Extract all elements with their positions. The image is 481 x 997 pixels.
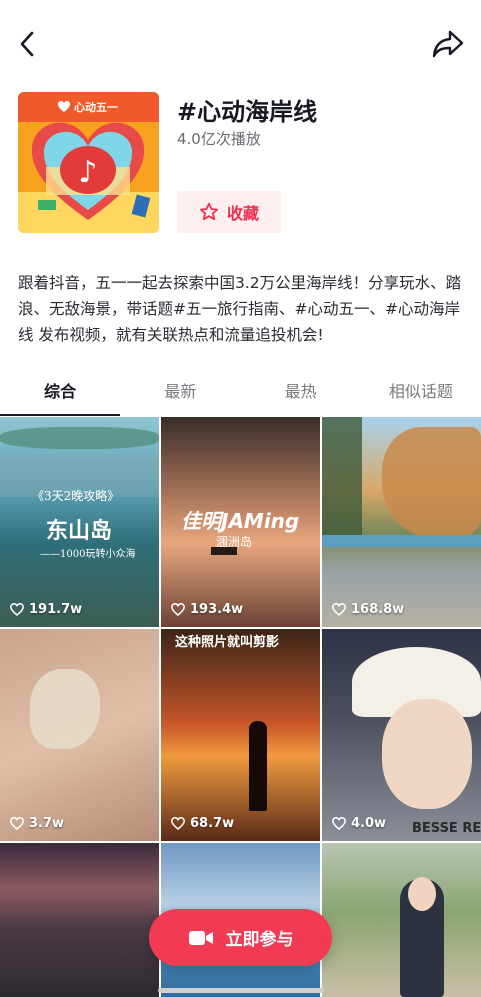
heart-icon [171,817,185,830]
heart-icon [332,817,346,830]
video-card[interactable]: 佳明JAMing 涠洲岛 193.4w [161,417,320,627]
video-card[interactable] [0,843,159,997]
star-icon [199,202,219,221]
join-button[interactable]: 立即参与 [149,909,332,966]
tab-bar: 综合 最新 最热 相似话题 [0,372,481,416]
video-card[interactable]: 《3天2晚攻略》 东山岛 ——1000玩转小众海 191.7w [0,417,159,627]
video-card[interactable]: 168.8w [322,417,481,627]
video-card[interactable] [322,843,481,997]
video-card[interactable]: 3.7w [0,629,159,841]
tab-comprehensive[interactable]: 综合 [0,372,121,416]
tab-latest[interactable]: 最新 [120,372,240,416]
like-count: 68.7w [171,816,234,831]
topic-title: #心动海岸线 [177,98,318,126]
favorite-button[interactable]: 收藏 [177,191,281,233]
tab-hottest[interactable]: 最热 [241,372,361,416]
like-count: 193.4w [171,602,243,617]
join-button-label: 立即参与 [225,930,294,950]
heart-icon [171,603,185,616]
like-count: 4.0w [332,816,386,831]
cover-brand-text: 心动五一 [74,100,118,114]
video-camera-icon [188,930,213,945]
favorite-label: 收藏 [226,204,259,223]
tab-similar-topics[interactable]: 相似话题 [361,372,481,416]
heart-icon [10,603,24,616]
home-indicator[interactable] [158,988,324,993]
video-overlay-text: 佳明JAMing [181,509,300,533]
video-card[interactable]: 这种照片就叫剪影 68.7w [161,629,320,841]
like-count: 3.7w [10,816,64,831]
video-card[interactable]: BESSE REI 4.0w [322,629,481,841]
video-overlay-text: BESSE REI [412,821,481,836]
video-overlay-text: ——1000玩转小众海 [40,549,136,560]
topic-description: 跟着抖音，五一一起去探索中国3.2万公里海岸线！分享玩水、踏浪、无敌海景，带话题… [18,274,462,344]
top-bar [0,0,481,90]
share-icon[interactable] [430,28,466,60]
like-count: 168.8w [332,602,404,617]
heart-icon [332,603,346,616]
like-count: 191.7w [10,602,82,617]
topic-cover-image: ♪ 心动五一 [18,92,159,233]
back-arrow-icon[interactable] [14,28,42,60]
svg-text:♪: ♪ [78,155,97,190]
video-overlay-text: 《3天2晚攻略》 [32,489,120,503]
video-overlay-text: 这种照片就叫剪影 [175,635,280,650]
play-count: 4.0亿次播放 [177,130,261,148]
heart-icon [10,817,24,830]
video-overlay-text: 东山岛 [46,518,113,544]
